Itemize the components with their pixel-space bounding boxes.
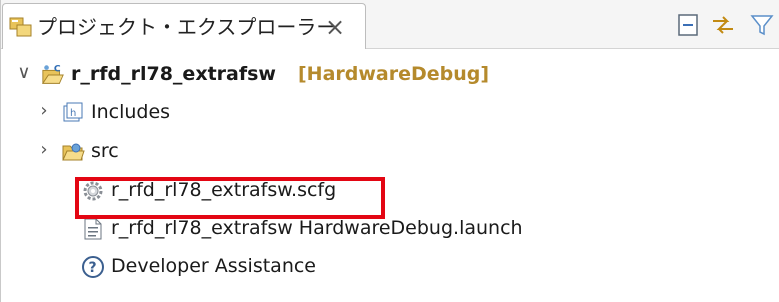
tree-item-label: Includes [91,101,171,123]
tree-item-src[interactable]: › src [1,132,779,170]
chevron-right-icon[interactable]: › [35,101,53,121]
close-icon[interactable]: × [325,14,345,40]
tree-item-developer-assistance[interactable]: ? Developer Assistance [1,247,779,285]
svg-text:h: h [70,108,76,119]
link-with-editor-icon[interactable] [710,12,736,38]
tab-project-explorer[interactable]: プロジェクト・エクスプローラー × [2,3,366,49]
includes-icon: h [63,102,83,122]
project-build-config: [HardwareDebug] [298,63,490,85]
tab-label: プロジェクト・エクスプローラー [37,15,337,39]
svg-text:C: C [54,63,61,74]
tree-item-includes[interactable]: › h Includes [1,93,779,131]
source-folder-icon [62,143,85,161]
help-icon: ? [82,256,104,278]
filter-icon[interactable] [749,12,775,38]
tree-item-label: Developer Assistance [111,255,317,277]
tree-item-label: src [91,140,119,162]
c-project-icon: C [41,63,64,84]
project-explorer-icon [9,17,32,37]
project-name: r_rfd_rl78_extrafsw [71,63,276,85]
chevron-down-icon[interactable]: ∨ [15,63,33,83]
view-tab-bar: プロジェクト・エクスプローラー × [1,0,779,49]
launch-file-icon [84,218,102,240]
collapse-all-icon[interactable] [676,12,702,38]
highlight-box [75,177,385,219]
svg-text:?: ? [89,260,97,276]
project-explorer-view: プロジェクト・エクスプローラー × ∨ C r_rfd_rl78_extrafs… [0,0,779,302]
chevron-right-icon[interactable]: › [35,140,53,160]
tree-item-project[interactable]: ∨ C r_rfd_rl78_extrafsw [HardwareDebug] [1,55,779,93]
